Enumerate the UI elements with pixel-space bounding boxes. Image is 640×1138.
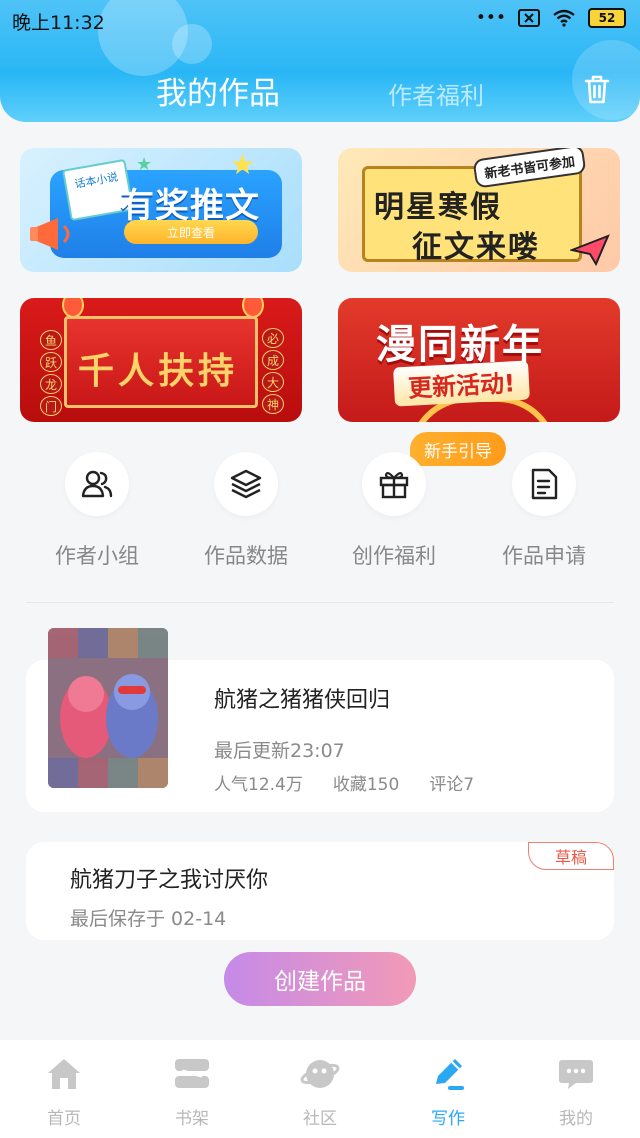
nav-bookshelf[interactable]: 书架	[128, 1040, 256, 1138]
banner-view-button[interactable]: 立即查看	[124, 220, 258, 244]
entry-icon-circle	[214, 452, 278, 516]
nav-profile[interactable]: 我的	[512, 1040, 640, 1138]
bottom-nav: 首页 书架 社区 写作 我的	[0, 1040, 640, 1138]
more-dots-icon: •••	[475, 8, 506, 28]
lantern-icon	[242, 298, 264, 318]
banner-winter-contest[interactable]: 新老书皆可参加 明星寒假 征文来喽	[338, 148, 620, 272]
status-icons: ••• 52	[476, 8, 626, 28]
top-header: 晚上11:32 ••• 52 我的作品 作者福利	[0, 0, 640, 122]
community-icon	[300, 1060, 340, 1088]
entry-icon-circle	[65, 452, 129, 516]
entry-icon-circle	[512, 452, 576, 516]
megaphone-icon	[30, 218, 70, 250]
nav-label: 首页	[47, 1109, 81, 1129]
banner-support-program[interactable]: 鱼 跃 龙 门 必 成 大 神 千人扶持	[20, 298, 302, 422]
trash-icon[interactable]	[580, 72, 614, 106]
lantern-icon	[62, 298, 84, 318]
star-icon: ★	[136, 154, 153, 175]
wifi-icon	[553, 9, 575, 27]
nav-home[interactable]: 首页	[0, 1040, 128, 1138]
draft-badge: 草稿	[528, 842, 614, 870]
entry-creation-benefits[interactable]: 创作福利	[334, 452, 454, 570]
gift-icon	[379, 471, 409, 499]
banner-title: 千人扶持	[78, 351, 239, 392]
draft-title[interactable]: 航猪刀子之我讨厌你	[70, 862, 268, 894]
banner-title-line1: 明星寒假	[374, 190, 502, 225]
entry-work-application[interactable]: 作品申请	[484, 452, 604, 570]
banner-reward-promo[interactable]: 话本小说 ★ ★ 有奖推文 立即查看	[20, 148, 302, 272]
status-time: 晚上11:32	[12, 12, 105, 34]
entry-label: 作者小组	[55, 544, 139, 568]
draft-last-saved: 最后保存于 02-14	[70, 908, 227, 930]
work-cover-image[interactable]	[48, 628, 168, 788]
work-popularity: 人气12.4万	[214, 775, 303, 795]
document-icon	[531, 468, 558, 500]
battery-icon: 52	[588, 8, 626, 28]
work-stats: 人气12.4万 收藏150 评论7	[214, 770, 474, 795]
banner-new-year-event[interactable]: 漫同新年 更新活动!	[338, 298, 620, 422]
work-title[interactable]: 航猪之猪猪侠回归	[214, 682, 390, 714]
nav-label: 我的	[559, 1109, 593, 1129]
entry-work-data[interactable]: 作品数据	[186, 452, 306, 570]
work-last-updated: 最后更新23:07	[214, 740, 345, 762]
create-work-button[interactable]: 创建作品	[224, 952, 416, 1006]
entry-label: 创作福利	[352, 544, 436, 568]
nav-label: 写作	[431, 1109, 465, 1129]
star-icon: ★	[230, 148, 256, 181]
home-icon	[48, 1059, 80, 1089]
entry-label: 作品数据	[204, 544, 288, 568]
work-favorites: 收藏150	[332, 775, 400, 795]
banner-couplet-left: 鱼 跃 龙 门	[38, 330, 64, 416]
nav-community[interactable]: 社区	[256, 1040, 384, 1138]
section-divider	[26, 602, 614, 603]
entry-icon-circle	[362, 452, 426, 516]
status-bar: 晚上11:32 ••• 52	[0, 0, 640, 40]
work-comments: 评论7	[429, 775, 475, 795]
banner-couplet-right: 必 成 大 神	[260, 328, 286, 414]
sim-off-icon	[518, 9, 540, 27]
tab-author-benefits[interactable]: 作者福利	[388, 76, 484, 111]
tab-my-works[interactable]: 我的作品	[156, 68, 280, 113]
nav-label: 社区	[303, 1109, 337, 1129]
pen-icon	[436, 1059, 464, 1090]
nav-writing[interactable]: 写作	[384, 1040, 512, 1138]
banner-title-line2: 征文来喽	[412, 230, 540, 265]
nav-label: 书架	[175, 1109, 209, 1129]
profile-icon	[559, 1060, 593, 1089]
bookshelf-icon	[175, 1059, 209, 1088]
cover-art	[48, 628, 168, 788]
layers-icon	[230, 469, 262, 499]
entry-author-group[interactable]: 作者小组	[37, 452, 157, 570]
author-group-icon	[81, 470, 113, 498]
paper-plane-icon	[570, 234, 610, 266]
entry-label: 作品申请	[502, 544, 586, 568]
banner-subtitle: 更新活动!	[393, 360, 530, 407]
